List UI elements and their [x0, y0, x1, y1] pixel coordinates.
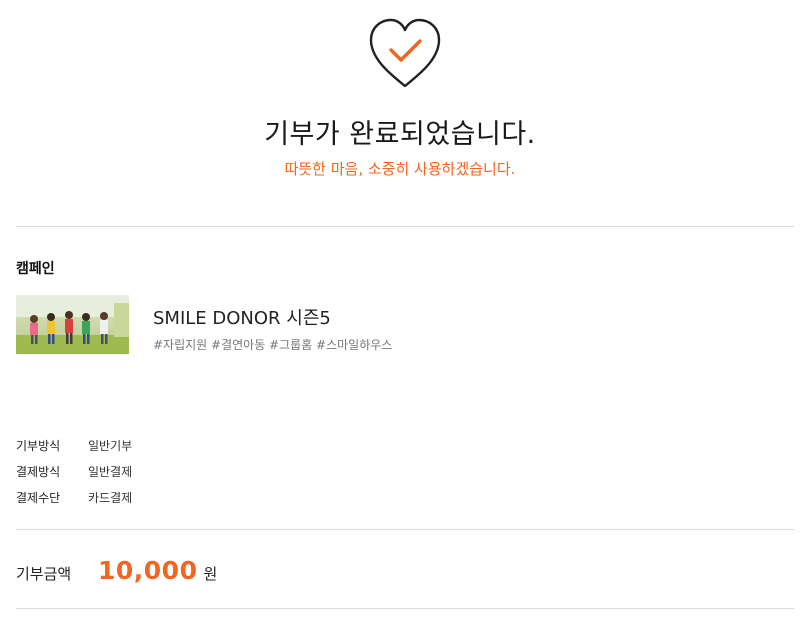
amount-value: 10,000 [98, 556, 198, 585]
amount-label: 기부금액 [16, 565, 72, 583]
detail-row-payment-means: 결제수단 카드결제 [16, 484, 132, 510]
campaign-section-title: 캠페인 [16, 261, 55, 277]
page-title: 기부가 완료되었습니다. [264, 119, 536, 150]
completion-header: 기부가 완료되었습니다. 따뜻한 마음, 소중히 사용하겠습니다. [0, 0, 800, 226]
divider [16, 529, 794, 530]
divider [16, 608, 794, 609]
detail-key: 결제방식 [16, 464, 61, 479]
detail-key: 결제수단 [16, 490, 61, 505]
detail-row-payment-method: 결제방식 일반결제 [16, 458, 132, 484]
detail-value: 일반기부 [88, 438, 133, 453]
divider [16, 226, 794, 227]
detail-value: 카드결제 [88, 490, 133, 505]
amount-unit: 원 [203, 565, 218, 583]
campaign-name[interactable]: SMILE DONOR 시즌5 [153, 304, 331, 330]
detail-key: 기부방식 [16, 438, 61, 453]
heart-check-icon [369, 18, 441, 88]
payment-details: 기부방식 일반기부 결제방식 일반결제 결제수단 카드결제 [16, 432, 132, 510]
campaign-thumbnail[interactable] [16, 295, 129, 354]
detail-row-donation-type: 기부방식 일반기부 [16, 432, 132, 458]
donation-amount: 기부금액 10,000 원 [16, 556, 217, 585]
detail-value: 일반결제 [88, 464, 133, 479]
page-subtitle: 따뜻한 마음, 소중히 사용하겠습니다. [284, 160, 516, 178]
campaign-tags: #자립지원 #결연아동 #그룹홈 #스마일하우스 [153, 338, 393, 352]
